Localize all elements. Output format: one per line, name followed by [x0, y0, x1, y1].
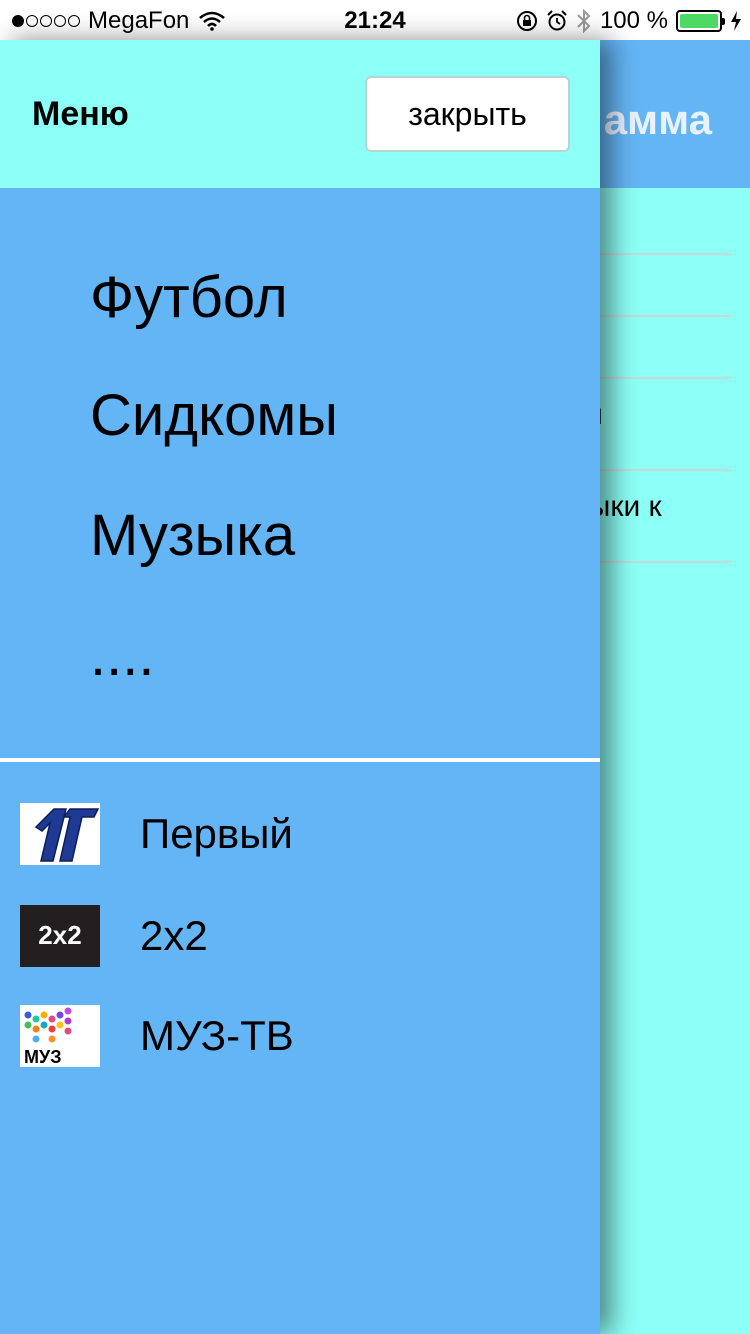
battery-icon — [676, 10, 725, 32]
channel-item-pervy[interactable]: Первый — [20, 802, 580, 866]
channel-name: Первый — [140, 810, 293, 857]
muz-tv-logo-icon: МУЗ — [20, 1005, 100, 1067]
drawer-title: Меню — [32, 95, 129, 133]
channel-item-2x2[interactable]: 2x2 2x2 — [20, 904, 580, 968]
menu-divider — [0, 758, 600, 762]
charging-icon — [731, 11, 741, 31]
battery-percent: 100 % — [599, 7, 668, 34]
close-button[interactable]: закрыть — [365, 76, 570, 152]
svg-text:МУЗ: МУЗ — [24, 1047, 61, 1067]
channel-one-logo-icon — [20, 803, 100, 865]
list-separator — [600, 469, 732, 471]
channel-name: 2x2 — [140, 912, 208, 959]
side-menu-drawer: Меню закрыть Футбол Сидкомы Музыка .... … — [0, 40, 600, 1334]
status-bar: MegaFon 21:24 100 % — [0, 0, 750, 40]
list-separator — [600, 561, 732, 563]
menu-item-more[interactable]: .... — [90, 622, 154, 689]
menu-item-music[interactable]: Музыка — [90, 502, 295, 569]
svg-text:2x2: 2x2 — [38, 920, 81, 950]
channel-item-muz-tv[interactable]: МУЗ МУЗ-ТВ — [20, 1004, 580, 1068]
list-separator — [600, 377, 732, 379]
menu-item-sitcoms[interactable]: Сидкомы — [90, 382, 338, 449]
list-separator — [600, 253, 732, 255]
channel-name: МУЗ-ТВ — [140, 1012, 294, 1059]
main-screen-title: амма — [603, 96, 712, 143]
alarm-icon — [547, 10, 567, 31]
menu-item-football[interactable]: Футбол — [90, 264, 288, 331]
orientation-lock-icon — [516, 11, 537, 31]
2x2-logo-icon: 2x2 — [20, 905, 100, 967]
bluetooth-icon — [577, 9, 591, 33]
list-separator — [600, 315, 732, 317]
drawer-header: Меню закрыть — [0, 40, 600, 188]
